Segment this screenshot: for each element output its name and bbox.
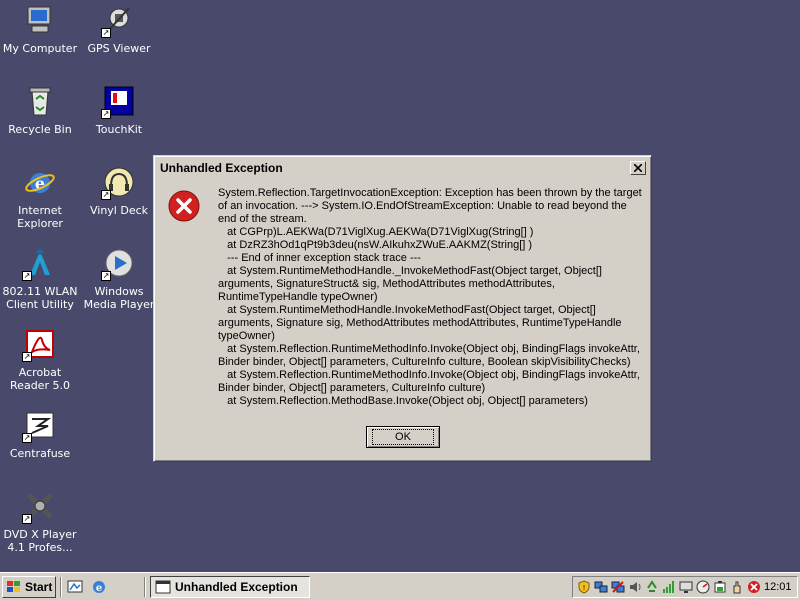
shortcut-arrow-icon: ↗	[101, 271, 111, 281]
satellite-icon: ↗	[101, 2, 137, 38]
ok-button-label: OK	[372, 429, 434, 445]
desktop-icon-label: Centrafuse	[9, 447, 71, 460]
error-icon	[168, 190, 200, 222]
dialog-title: Unhandled Exception	[160, 161, 283, 175]
internet-explorer-icon[interactable]: e	[90, 578, 108, 596]
media-player-icon: ↗	[101, 245, 137, 281]
desktop-icon-internet-explorer[interactable]: e Internet Explorer	[0, 164, 80, 230]
dialog-titlebar[interactable]: Unhandled Exception	[157, 159, 648, 177]
desktop-icon-label: Recycle Bin	[8, 123, 72, 136]
desktop-icon-touchkit[interactable]: ↗ TouchKit	[79, 83, 159, 136]
dvd-player-icon: ↗	[22, 488, 58, 524]
gauge-icon[interactable]	[696, 580, 710, 595]
windows-logo-icon	[7, 581, 20, 592]
desktop-icon-label: GPS Viewer	[87, 42, 151, 55]
svg-text:e: e	[96, 583, 102, 594]
headphones-icon: ↗	[101, 164, 137, 200]
dialog-close-button[interactable]	[630, 161, 646, 175]
shortcut-arrow-icon: ↗	[101, 28, 111, 38]
shortcut-arrow-icon: ↗	[22, 433, 32, 443]
desktop-icon-my-computer[interactable]: My Computer	[0, 2, 80, 55]
desktop-icon-label: Vinyl Deck	[89, 204, 149, 217]
start-button[interactable]: Start	[2, 576, 56, 598]
desktop-icon-label: My Computer	[2, 42, 78, 55]
desktop-icon-windows-media-player[interactable]: ↗ Windows Media Player	[79, 245, 159, 311]
shortcut-arrow-icon: ↗	[22, 514, 32, 524]
quick-launch: e	[66, 578, 108, 596]
exception-message: System.Reflection.TargetInvocationExcept…	[218, 187, 642, 407]
desktop-icon[interactable]	[66, 578, 84, 596]
recycle-icon[interactable]	[645, 580, 659, 595]
shortcut-arrow-icon: ↗	[101, 190, 111, 200]
audio-icon[interactable]	[628, 580, 642, 595]
stop-icon[interactable]	[747, 580, 761, 595]
shield-icon[interactable]: !	[577, 580, 591, 595]
desktop-icon-recycle-bin[interactable]: Recycle Bin	[0, 83, 80, 136]
desktop-icon-label: TouchKit	[95, 123, 143, 136]
task-button-unhandled-exception[interactable]: Unhandled Exception	[150, 576, 310, 598]
taskbar-separator	[60, 577, 62, 597]
desktop-icon-label: 802.11 WLAN Client Utility	[2, 285, 78, 311]
network-icon[interactable]	[594, 580, 608, 595]
centrafuse-icon: ↗	[22, 407, 58, 443]
ok-button[interactable]: OK	[366, 426, 440, 448]
shortcut-arrow-icon: ↗	[101, 109, 111, 119]
battery-icon[interactable]	[713, 580, 727, 595]
desktop-icon-vinyl-deck[interactable]: ↗ Vinyl Deck	[79, 164, 159, 217]
desktop-icon-wlan-client-utility[interactable]: ↗ 802.11 WLAN Client Utility	[0, 245, 80, 311]
acrobat-icon: ↗	[22, 326, 58, 362]
desktop-icon-centrafuse[interactable]: ↗ Centrafuse	[0, 407, 80, 460]
task-button-label: Unhandled Exception	[175, 580, 298, 594]
touchkit-icon: ↗	[101, 83, 137, 119]
computer-icon	[22, 2, 58, 38]
desktop-icon-label: Acrobat Reader 5.0	[10, 366, 70, 392]
shortcut-arrow-icon: ↗	[22, 352, 32, 362]
internet-explorer-icon: e	[22, 164, 58, 200]
hand-icon[interactable]	[730, 580, 744, 595]
svg-text:!: !	[583, 584, 586, 592]
recycle-bin-icon	[22, 83, 58, 119]
window-icon	[155, 580, 171, 594]
desktop-icon-acrobat-reader[interactable]: ↗ Acrobat Reader 5.0	[0, 326, 80, 392]
unhandled-exception-dialog: Unhandled Exception System.Reflection.Ta…	[153, 155, 652, 462]
monitor-icon[interactable]	[679, 580, 693, 595]
taskbar: Start e Unhandled Exception ! 12:01	[0, 572, 800, 600]
taskbar-separator	[144, 577, 146, 597]
desktop-icon-dvd-x-player[interactable]: ↗ DVD X Player 4.1 Profes...	[0, 488, 80, 554]
start-label: Start	[25, 580, 53, 594]
close-icon	[634, 164, 642, 172]
desktop-icon-gps-viewer[interactable]: ↗ GPS Viewer	[79, 2, 159, 55]
desktop-icon-label: Windows Media Player	[83, 285, 155, 311]
desktop: My Computer ↗ GPS Viewer Recycle Bin ↗ T…	[0, 0, 800, 572]
system-tray: ! 12:01	[572, 576, 798, 598]
clock[interactable]: 12:01	[764, 581, 798, 593]
desktop-icon-label: Internet Explorer	[17, 204, 63, 230]
wlan-icon: ↗	[22, 245, 58, 281]
network-disconnected-icon[interactable]	[611, 580, 625, 595]
desktop-icon-label: DVD X Player 4.1 Profes...	[3, 528, 77, 554]
shortcut-arrow-icon: ↗	[22, 271, 32, 281]
signal-bars-icon[interactable]	[662, 580, 676, 595]
